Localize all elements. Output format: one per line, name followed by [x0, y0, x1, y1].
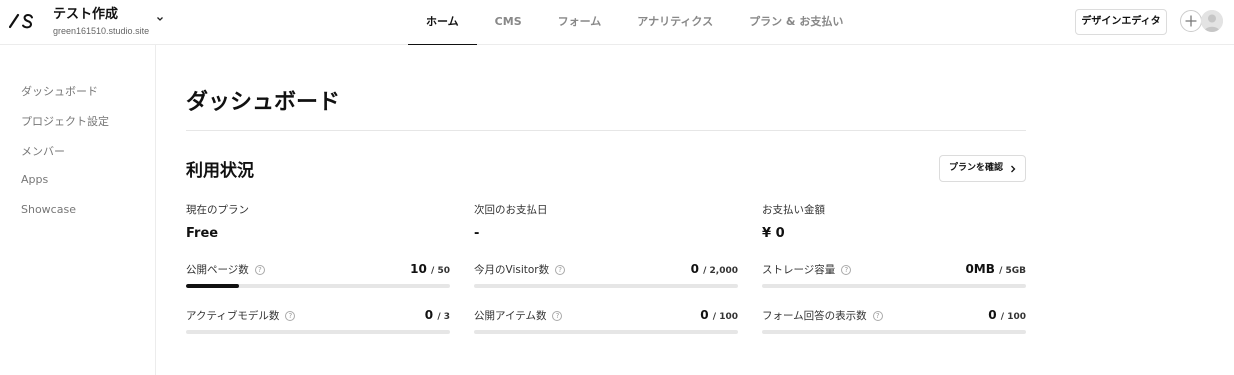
- current-plan-value: Free: [186, 226, 219, 241]
- sidebar-item-project-settings[interactable]: プロジェクト設定: [21, 113, 109, 129]
- progress-fill: [186, 284, 239, 288]
- active-models-count: 0: [424, 308, 434, 322]
- tab-home[interactable]: ホーム: [408, 0, 477, 45]
- check-plan-label: プランを確認: [949, 163, 1004, 173]
- sidebar: ダッシュボード プロジェクト設定 メンバー Apps Showcase: [0, 45, 156, 375]
- published-pages-value: 10 / 50: [330, 262, 450, 276]
- form-responses-progress: [762, 330, 1026, 334]
- sidebar-item-showcase[interactable]: Showcase: [21, 203, 76, 216]
- published-items-value: 0 / 100: [618, 308, 738, 322]
- help-circle-icon[interactable]: ?: [552, 310, 563, 321]
- check-plan-button[interactable]: プランを確認: [939, 155, 1026, 182]
- payment-amount-label: お支払い金額: [762, 204, 825, 216]
- tab-analytics[interactable]: アナリティクス: [619, 0, 731, 45]
- main-nav: ホーム CMS フォーム アナリティクス プラン & お支払い: [408, 0, 861, 45]
- current-plan-label: 現在のプラン: [186, 204, 249, 216]
- project-name: テスト作成: [53, 7, 119, 22]
- studio-logo-icon[interactable]: [9, 11, 35, 31]
- form-responses-count: 0: [988, 308, 997, 322]
- help-circle-icon[interactable]: ?: [872, 310, 883, 321]
- top-header: テスト作成 green161510.studio.site ホーム CMS フォ…: [0, 0, 1234, 45]
- active-models-total: / 3: [437, 312, 450, 322]
- published-pages-total: / 50: [431, 266, 450, 276]
- monthly-visitors-value: 0 / 2,000: [618, 262, 738, 276]
- sidebar-item-dashboard[interactable]: ダッシュボード: [21, 83, 98, 99]
- help-circle-icon[interactable]: ?: [841, 264, 852, 275]
- published-pages-count: 10: [410, 262, 427, 276]
- published-pages-progress: [186, 284, 450, 288]
- user-avatar-icon[interactable]: [1201, 10, 1223, 32]
- payment-amount-value: ¥ 0: [762, 226, 785, 241]
- monthly-visitors-progress: [474, 284, 738, 288]
- published-pages-label: 公開ページ数: [186, 264, 249, 276]
- usage-section-title: 利用状況: [186, 161, 254, 181]
- metric-label: ストレージ容量 ?: [762, 262, 852, 277]
- active-models-value: 0 / 3: [330, 308, 450, 322]
- help-circle-icon[interactable]: ?: [254, 264, 265, 275]
- divider: [186, 130, 1026, 131]
- help-circle-icon[interactable]: ?: [285, 310, 296, 321]
- published-items-label: 公開アイテム数: [474, 310, 547, 322]
- next-payment-label: 次回のお支払日: [474, 204, 548, 216]
- sidebar-item-apps[interactable]: Apps: [21, 173, 48, 186]
- chevron-right-icon: [1011, 165, 1016, 173]
- next-payment-value: -: [474, 226, 480, 241]
- published-items-count: 0: [700, 308, 709, 322]
- tab-forms[interactable]: フォーム: [540, 0, 620, 45]
- storage-progress: [762, 284, 1026, 288]
- storage-count: 0MB: [965, 262, 995, 276]
- monthly-visitors-label: 今月のVisitor数: [474, 264, 550, 276]
- storage-value: 0MB / 5GB: [906, 262, 1026, 276]
- metric-label: 公開ページ数 ?: [186, 262, 265, 277]
- form-responses-value: 0 / 100: [906, 308, 1026, 322]
- page-title: ダッシュボード: [186, 90, 341, 115]
- metric-label: 今月のVisitor数 ?: [474, 262, 566, 277]
- active-models-progress: [186, 330, 450, 334]
- storage-total: / 5GB: [999, 266, 1026, 276]
- storage-label: ストレージ容量: [762, 264, 836, 276]
- sidebar-item-members[interactable]: メンバー: [21, 143, 65, 159]
- published-items-total: / 100: [712, 312, 738, 322]
- published-items-progress: [474, 330, 738, 334]
- metric-label: 公開アイテム数 ?: [474, 308, 563, 323]
- help-circle-icon[interactable]: ?: [555, 264, 566, 275]
- metric-label: フォーム回答の表示数 ?: [762, 308, 883, 323]
- form-responses-total: / 100: [1000, 312, 1026, 322]
- tab-plans-billing[interactable]: プラン & お支払い: [731, 0, 861, 45]
- monthly-visitors-count: 0: [690, 262, 699, 276]
- tab-cms[interactable]: CMS: [477, 0, 540, 45]
- plus-icon[interactable]: [1180, 10, 1202, 32]
- design-editor-button[interactable]: デザインエディタ: [1075, 9, 1167, 35]
- form-responses-label: フォーム回答の表示数: [762, 310, 867, 322]
- chevron-down-icon[interactable]: [156, 15, 164, 23]
- project-switcher[interactable]: テスト作成 green161510.studio.site: [53, 6, 149, 36]
- metric-label: アクティブモデル数 ?: [186, 308, 296, 323]
- monthly-visitors-total: / 2,000: [703, 266, 738, 276]
- active-models-label: アクティブモデル数: [186, 310, 280, 322]
- project-url: green161510.studio.site: [53, 26, 150, 36]
